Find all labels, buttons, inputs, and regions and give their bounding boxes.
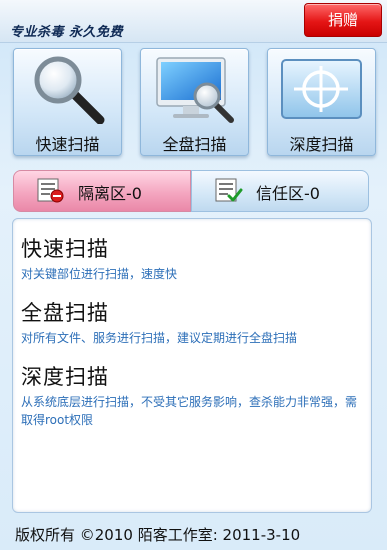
deep-scan-title: 深度扫描: [21, 365, 109, 389]
copyright-footer: 版权所有 ©2010 陌客工作室: 2011-3-10: [15, 526, 301, 544]
trust-list-icon: [215, 178, 243, 202]
tab-trust-label: 信任区-0: [256, 184, 320, 203]
full-scan-text: 对所有文件、服务进行扫描，建议定期进行全盘扫描: [21, 331, 298, 345]
quick-scan-description: 快速扫描 对关键部位进行扫描，速度快: [21, 233, 366, 283]
full-scan-title: 全盘扫描: [21, 301, 109, 325]
deep-scan-label: 深度扫描: [289, 135, 354, 154]
description-panel: 快速扫描 对关键部位进行扫描，速度快 全盘扫描 对所有文件、服务进行扫描，建议定…: [12, 218, 372, 513]
full-scan-button[interactable]: 全盘扫描: [140, 48, 249, 156]
quick-scan-label: 快速扫描: [35, 135, 100, 154]
tab-quarantine-label: 隔离区-0: [78, 184, 142, 203]
full-scan-label: 全盘扫描: [162, 135, 227, 154]
monitor-magnifier-icon: [156, 57, 234, 123]
deep-scan-button[interactable]: 深度扫描: [267, 48, 376, 156]
tab-trust[interactable]: 信任区-0: [191, 170, 369, 212]
tab-quarantine[interactable]: 隔离区-0: [13, 170, 191, 212]
zone-tabs: 隔离区-0 信任区-0: [13, 170, 369, 212]
donate-button[interactable]: 捐赠: [304, 3, 382, 37]
full-scan-description: 全盘扫描 对所有文件、服务进行扫描，建议定期进行全盘扫描: [21, 297, 366, 347]
deep-scan-text: 从系统底层进行扫描，不受其它服务影响，查杀能力非常强，需取得root权限: [21, 395, 358, 427]
quick-scan-text: 对关键部位进行扫描，速度快: [21, 267, 178, 281]
quick-scan-title: 快速扫描: [21, 237, 109, 261]
slogan: 专业杀毒 永久免费: [10, 25, 124, 40]
quick-scan-button[interactable]: 快速扫描: [13, 48, 122, 156]
crosshair-screen-icon: [281, 59, 362, 119]
magnifier-icon: [34, 56, 105, 124]
top-bar: 专业杀毒 永久免费 捐赠: [0, 0, 387, 43]
quarantine-list-icon: [37, 178, 64, 203]
deep-scan-description: 深度扫描 从系统底层进行扫描，不受其它服务影响，查杀能力非常强，需取得root权…: [21, 361, 366, 429]
